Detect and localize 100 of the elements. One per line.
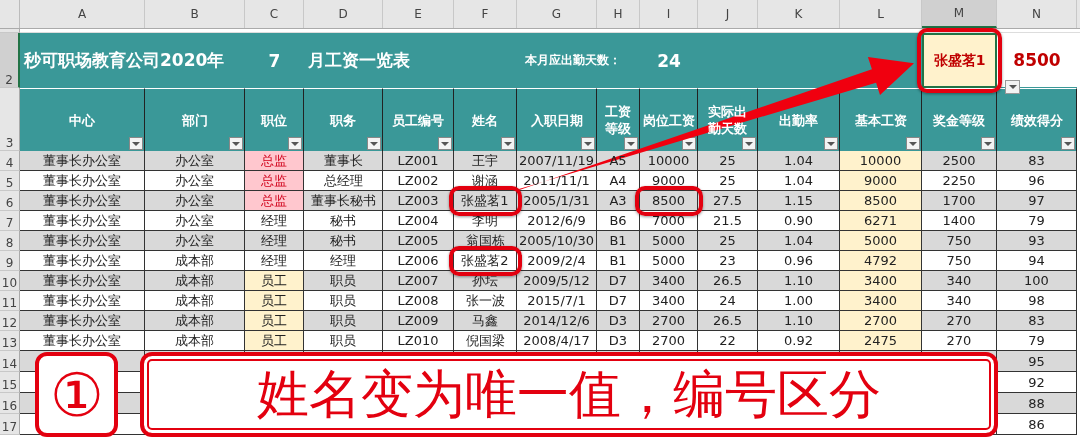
- column-header[interactable]: N: [997, 0, 1077, 28]
- table-cell: 1.15: [784, 193, 813, 208]
- filter-button[interactable]: [824, 137, 838, 150]
- filter-button[interactable]: [229, 137, 243, 150]
- row-header[interactable]: 10: [0, 271, 20, 291]
- table-cell: 王宇: [472, 151, 498, 170]
- table-cell: 成本部: [175, 331, 214, 350]
- row-header[interactable]: 11: [0, 291, 20, 311]
- column-header[interactable]: E: [383, 0, 454, 28]
- table-cell: 经理: [261, 211, 287, 230]
- table-cell: 83: [1028, 153, 1045, 168]
- table-cell: 25: [719, 153, 736, 168]
- table-cell: 750: [946, 253, 972, 268]
- table-cell: 成本部: [175, 291, 214, 310]
- table-cell: 26.5: [713, 273, 742, 288]
- table-cell: A3: [609, 193, 627, 208]
- row-header[interactable]: 6: [0, 191, 20, 211]
- filter-button[interactable]: [624, 137, 638, 150]
- filter-button[interactable]: [581, 137, 595, 150]
- table-cell: 谢涵: [472, 171, 498, 190]
- filter-button[interactable]: [1061, 137, 1075, 150]
- row-header[interactable]: 4: [0, 151, 20, 171]
- table-cell: 总监: [261, 171, 287, 190]
- column-header[interactable]: B: [145, 0, 245, 28]
- table-cell: D7: [608, 293, 628, 308]
- table-cell: 办公室: [175, 151, 214, 170]
- row-header[interactable]: 17: [0, 414, 20, 435]
- table-cell: 董事长办公室: [43, 211, 121, 230]
- table-cell: 成本部: [175, 251, 214, 270]
- column-header[interactable]: M: [922, 0, 997, 28]
- table-cell: 1700: [942, 193, 976, 208]
- row-header[interactable]: 16: [0, 393, 20, 414]
- column-header[interactable]: H: [597, 0, 640, 28]
- table-cell: 马鑫: [472, 311, 498, 330]
- table-cell: 340: [946, 273, 972, 288]
- row-header[interactable]: 2: [0, 33, 20, 88]
- row-header[interactable]: 15: [0, 372, 20, 393]
- column-title: 员工编号: [392, 111, 444, 129]
- table-cell: 2475: [863, 333, 898, 348]
- table-cell: 1.04: [784, 153, 813, 168]
- dropdown-button[interactable]: [1005, 80, 1020, 94]
- column-title: 职务: [330, 111, 356, 129]
- column-title: 奖金等级: [933, 111, 985, 129]
- table-cell: LZ004: [397, 213, 439, 228]
- table-cell: 1.10: [784, 273, 813, 288]
- table-cell: 张盛茗1: [461, 191, 509, 210]
- row-header[interactable]: 8: [0, 231, 20, 251]
- table-cell: 1.04: [784, 233, 813, 248]
- filter-button[interactable]: [438, 137, 452, 150]
- table-cell: 办公室: [175, 171, 214, 190]
- filter-button[interactable]: [367, 137, 381, 150]
- table-cell: 董事长办公室: [43, 231, 121, 250]
- table-cell: LZ006: [397, 253, 439, 268]
- filter-button[interactable]: [129, 137, 143, 150]
- table-cell: 董事长办公室: [43, 331, 121, 350]
- table-cell: D7: [608, 273, 628, 288]
- row-header[interactable]: 5: [0, 171, 20, 191]
- table-cell: 秘书: [330, 211, 356, 230]
- filter-button[interactable]: [288, 137, 302, 150]
- row-header[interactable]: 12: [0, 311, 20, 331]
- table-cell: 5000: [651, 253, 686, 268]
- filter-button[interactable]: [981, 137, 995, 150]
- table-cell: 董事长办公室: [43, 271, 121, 290]
- row-header[interactable]: 7: [0, 211, 20, 231]
- filter-button[interactable]: [742, 137, 756, 150]
- table-cell: 职员: [330, 311, 356, 330]
- table-cell: 董事长办公室: [43, 191, 121, 210]
- table-cell: LZ009: [397, 313, 439, 328]
- column-header[interactable]: A: [20, 0, 145, 28]
- table-cell: 董事长办公室: [43, 171, 121, 190]
- table-cell: 2009/5/12: [523, 273, 590, 288]
- table-cell: 2005/10/30: [519, 233, 594, 248]
- row-header[interactable]: 14: [0, 351, 20, 372]
- column-header[interactable]: D: [304, 0, 383, 28]
- table-cell: 2250: [942, 173, 976, 188]
- column-header[interactable]: K: [758, 0, 840, 28]
- table-cell: 办公室: [175, 191, 214, 210]
- filter-button[interactable]: [501, 137, 515, 150]
- table-cell: 79: [1028, 333, 1045, 348]
- table-cell: 25: [719, 173, 736, 188]
- table-cell: 24: [719, 293, 736, 308]
- title-text: 月工资一览表: [307, 49, 411, 72]
- column-header[interactable]: G: [517, 0, 597, 28]
- table-cell: 93: [1028, 233, 1045, 248]
- table-cell: 8500: [1013, 50, 1061, 70]
- table-cell: 0.90: [784, 213, 813, 228]
- column-header[interactable]: J: [698, 0, 758, 28]
- table-cell[interactable]: 张盛茗1: [922, 33, 997, 88]
- column-header[interactable]: C: [245, 0, 304, 28]
- filter-button[interactable]: [906, 137, 920, 150]
- row-header[interactable]: 9: [0, 251, 20, 271]
- table-cell: 100: [1024, 273, 1049, 288]
- column-header[interactable]: I: [640, 0, 698, 28]
- table-cell: 27.5: [713, 193, 742, 208]
- row-header[interactable]: 3: [0, 88, 20, 151]
- column-header[interactable]: F: [454, 0, 517, 28]
- column-title: 部门: [181, 111, 208, 129]
- row-header[interactable]: 13: [0, 331, 20, 351]
- table-cell: 员工: [261, 271, 287, 290]
- table-cell: 7000: [651, 213, 686, 228]
